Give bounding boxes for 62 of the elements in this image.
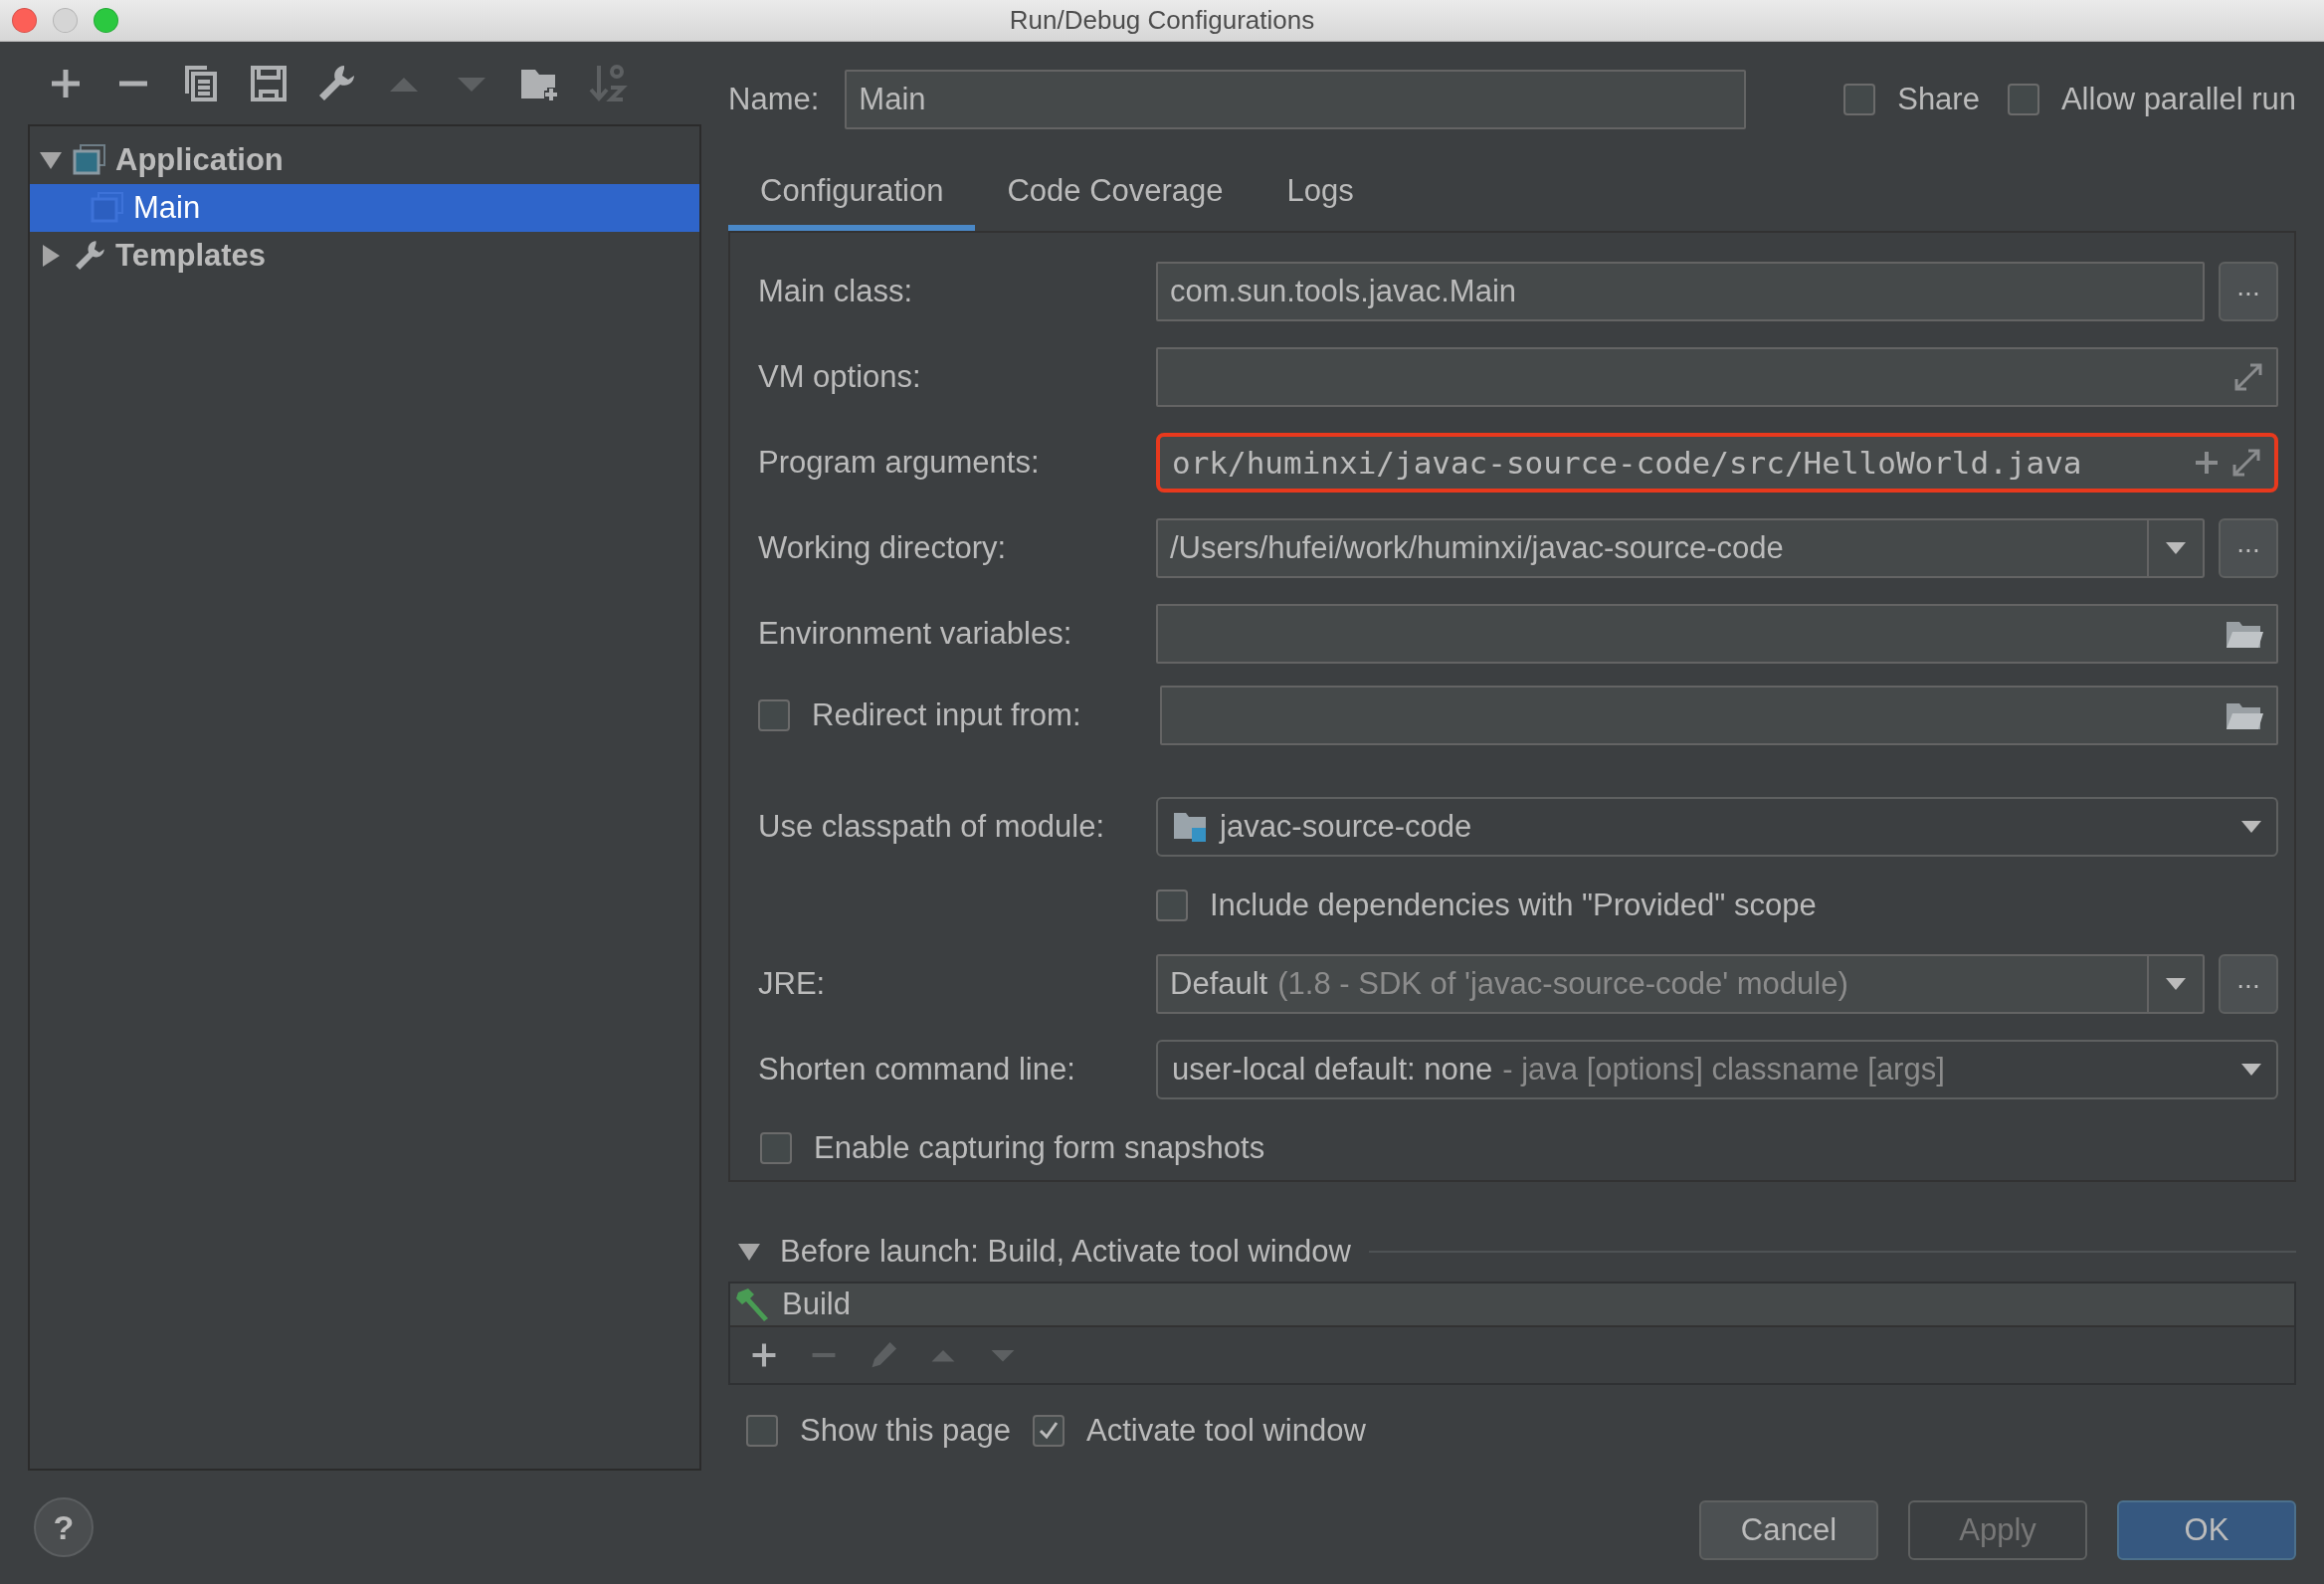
combo-box[interactable]: Default (1.8 - SDK of 'javac-source-code' module) [1156, 954, 2205, 1014]
caret-icon[interactable] [2240, 820, 2262, 834]
tree-item[interactable]: Application [115, 142, 284, 178]
dropdown[interactable]: javac-source-code [1156, 797, 2278, 857]
field-label: Shorten command line: [758, 1052, 1075, 1088]
field-label: JRE: [758, 966, 826, 1002]
field-label: Main class: [758, 274, 913, 309]
checkbox-label: Allow parallel run [2060, 82, 2296, 117]
dialog-button[interactable]: Cancel [1699, 1500, 1878, 1560]
checkbox[interactable] [1843, 84, 1876, 115]
name-label: Name: [728, 82, 820, 117]
tab[interactable]: Configuration [728, 157, 976, 231]
field-label: Working directory: [758, 530, 1007, 566]
zoom-button[interactable] [94, 8, 118, 33]
selected-row[interactable]: Main [30, 184, 699, 232]
plus-icon[interactable] [2193, 449, 2221, 477]
checkbox-label: Enable capturing form snapshots [814, 1130, 1265, 1166]
field-label: Program arguments: [758, 445, 1040, 481]
checkbox[interactable] [1156, 890, 1188, 921]
tree-item[interactable]: Main [133, 190, 201, 226]
caret-icon[interactable] [2165, 977, 2187, 991]
text-field[interactable]: ork/huminxi/javac-source-code/src/HelloWorld.java [1156, 433, 2278, 493]
text-field[interactable] [1160, 686, 2278, 745]
check-mark-icon [1038, 1420, 1060, 1442]
text-field[interactable] [1156, 347, 2278, 407]
checkbox[interactable] [760, 1132, 792, 1164]
browse-button[interactable]: ... [2219, 518, 2278, 578]
checkbox-label: Activate tool window [1086, 1413, 1366, 1449]
name-field[interactable]: Main [845, 70, 1747, 129]
task-item[interactable]: Build [782, 1287, 851, 1322]
tree-item[interactable]: Templates [115, 238, 267, 274]
checkbox[interactable] [758, 699, 790, 731]
close-button[interactable] [12, 8, 37, 33]
tab[interactable]: Code Coverage [975, 157, 1256, 231]
checkbox-label: Include dependencies with "Provided" scope [1210, 888, 1817, 923]
window-icon [90, 190, 125, 226]
caret-icon[interactable] [2240, 1063, 2262, 1077]
field-label: VM options: [758, 359, 921, 395]
tab[interactable]: Logs [1255, 157, 1386, 231]
browse-button[interactable]: ... [2219, 262, 2278, 321]
checkbox[interactable] [1033, 1415, 1065, 1447]
checkbox[interactable] [746, 1415, 778, 1447]
window-title: Run/Debug Configurations [1009, 5, 1315, 36]
expand-icon[interactable] [2230, 447, 2262, 479]
dropdown[interactable]: user-local default: none - java [options] classname [args] [1156, 1040, 2278, 1099]
minimize-button[interactable] [53, 8, 78, 33]
field-label: Use classpath of module: [758, 809, 1105, 845]
default-button[interactable]: OK [2117, 1500, 2296, 1560]
combo-box[interactable]: /Users/hufei/work/huminxi/javac-source-code [1156, 518, 2205, 578]
checkbox-label: Share [1897, 82, 1980, 117]
field-label: Environment variables: [758, 616, 1072, 652]
caret-icon[interactable] [2165, 541, 2187, 555]
window-icon [72, 142, 107, 178]
field-label: Redirect input from: [812, 697, 1081, 733]
help-button[interactable]: ? [34, 1497, 94, 1557]
checkbox[interactable] [2007, 84, 2039, 115]
section-title[interactable]: Before launch: Build, Activate tool window [780, 1234, 1351, 1270]
expand-icon[interactable] [2232, 361, 2264, 393]
text-field[interactable]: com.sun.tools.javac.Main [1156, 262, 2205, 321]
checkbox-label: Show this page [800, 1413, 1011, 1449]
browse-button[interactable]: ... [2219, 954, 2278, 1014]
text-field[interactable] [1156, 604, 2278, 664]
